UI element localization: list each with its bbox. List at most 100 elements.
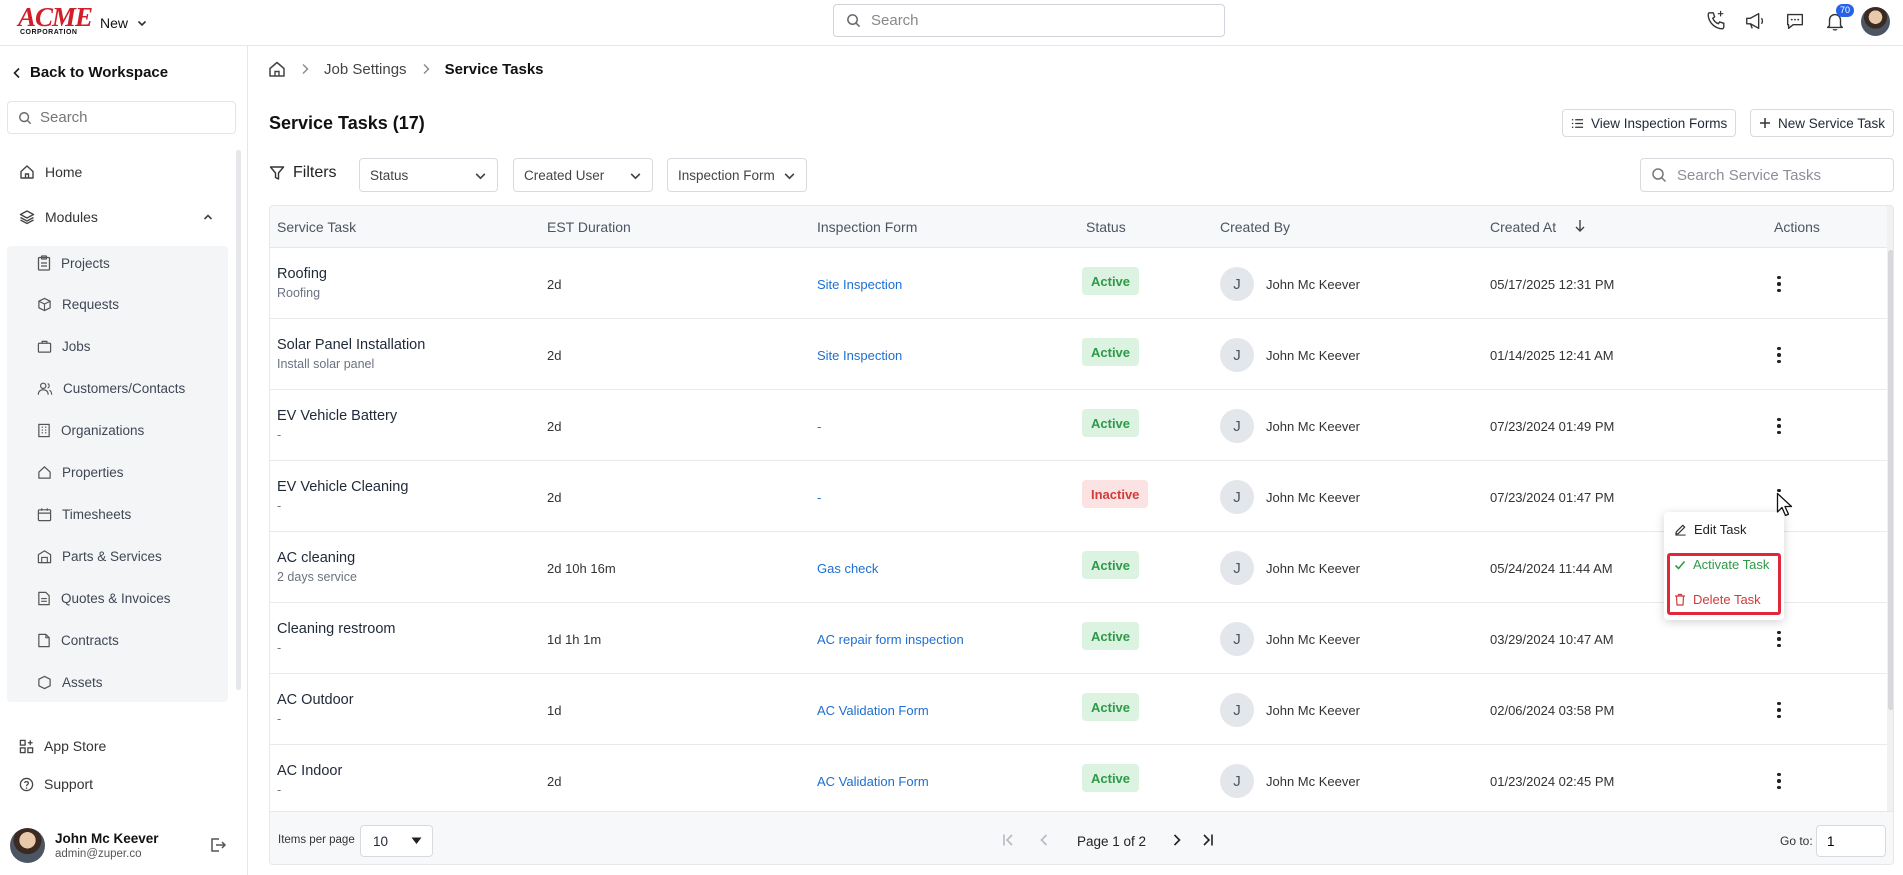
sidebar-item-properties[interactable]: Properties [37, 465, 124, 480]
chat-icon[interactable] [1784, 10, 1806, 32]
sidebar-item-customers[interactable]: Customers/Contacts [37, 381, 185, 396]
first-page-button[interactable] [1001, 831, 1019, 849]
sidebar-search-input[interactable] [40, 109, 230, 126]
sidebar-user-profile[interactable]: John Mc Keever admin@zuper.co [10, 828, 159, 863]
inspection-form-link[interactable]: Gas check [817, 561, 878, 576]
table-scrollbar[interactable] [1887, 206, 1893, 811]
service-task-name[interactable]: Roofing [277, 266, 327, 282]
sidebar-item-modules[interactable]: Modules [19, 209, 219, 225]
inspection-form-link[interactable]: Site Inspection [817, 348, 902, 363]
sidebar-item-projects[interactable]: Projects [37, 255, 110, 271]
sidebar-item-home[interactable]: Home [19, 164, 82, 180]
est-duration-cell: 2d [547, 277, 562, 292]
global-search[interactable] [833, 4, 1225, 37]
logout-icon[interactable] [209, 836, 227, 857]
back-to-workspace-link[interactable]: Back to Workspace [12, 64, 168, 81]
sidebar-item-timesheets[interactable]: Timesheets [37, 507, 131, 522]
acme-logo[interactable]: ACME CORPORATION [18, 4, 93, 37]
sidebar-item-label: Modules [45, 209, 98, 225]
column-header-inspection-form[interactable]: Inspection Form [817, 219, 917, 235]
table-row[interactable]: EV Vehicle Battery - 2d - Active J John Mc Kee… [270, 390, 1887, 461]
sidebar-item-organizations[interactable]: Organizations [37, 423, 144, 438]
column-header-service-task[interactable]: Service Task [277, 219, 356, 235]
goto-page-input[interactable] [1816, 825, 1886, 857]
last-page-button[interactable] [1197, 831, 1215, 849]
help-icon [19, 777, 34, 791]
inspection-form-link[interactable]: - [817, 419, 821, 434]
new-dropdown-button[interactable]: New [100, 12, 148, 34]
sidebar-item-support[interactable]: Support [19, 776, 93, 792]
est-duration-cell: 2d [547, 490, 562, 505]
service-task-name[interactable]: AC Outdoor [277, 692, 354, 708]
activate-task-menu-item[interactable]: Activate Task [1674, 557, 1769, 572]
bell-icon[interactable]: 70 [1824, 4, 1854, 32]
phone-icon[interactable] [1705, 10, 1727, 32]
more-actions-icon[interactable] [1769, 415, 1789, 437]
table-row[interactable]: Cleaning restroom - 1d 1h 1m AC repair form… [270, 603, 1887, 674]
pencil-icon [1675, 524, 1686, 536]
sidebar-item-contracts[interactable]: Contracts [37, 633, 119, 648]
scrollbar-thumb[interactable] [1888, 250, 1893, 710]
avatar: J [1220, 622, 1254, 656]
view-inspection-forms-button[interactable]: View Inspection Forms [1562, 109, 1737, 137]
sidebar-item-label: Support [44, 776, 94, 792]
more-actions-icon[interactable] [1769, 273, 1789, 295]
sidebar-item-requests[interactable]: Requests [37, 297, 119, 312]
user-avatar[interactable] [1861, 7, 1890, 36]
created-at-cell: 05/17/2025 12:31 PM [1490, 277, 1615, 292]
warehouse-icon [37, 550, 52, 564]
search-icon [19, 111, 32, 124]
column-header-status[interactable]: Status [1086, 219, 1126, 235]
inspection-form-link[interactable]: AC Validation Form [817, 703, 929, 718]
created-user-filter[interactable]: Created User [513, 158, 653, 192]
items-per-page-select[interactable]: 10 [360, 825, 433, 857]
inspection-form-link[interactable]: AC repair form inspection [817, 632, 964, 647]
previous-page-button[interactable] [1035, 831, 1053, 849]
service-task-name[interactable]: AC cleaning [277, 550, 357, 566]
home-icon[interactable] [268, 60, 286, 78]
service-task-name[interactable]: AC Indoor [277, 763, 342, 779]
table-row[interactable]: EV Vehicle Cleaning - 2d - Inactive J John Mc … [270, 461, 1887, 532]
table-row[interactable]: AC Indoor - 2d AC Validation Form Active J Joh… [270, 745, 1887, 816]
column-header-created-at[interactable]: Created At [1490, 219, 1556, 235]
inspection-form-filter[interactable]: Inspection Form [667, 158, 807, 192]
edit-task-menu-item[interactable]: Edit Task [1674, 522, 1747, 537]
status-filter[interactable]: Status [359, 158, 498, 192]
new-service-task-button[interactable]: New Service Task [1750, 109, 1895, 137]
delete-task-menu-item[interactable]: Delete Task [1674, 592, 1761, 607]
service-task-cell: Solar Panel Installation Install solar pa… [277, 337, 425, 371]
service-task-name[interactable]: EV Vehicle Battery [277, 408, 397, 424]
inspection-form-link[interactable]: - [817, 490, 821, 505]
service-tasks-search-input[interactable] [1677, 166, 1887, 184]
service-task-name[interactable]: Cleaning restroom [277, 621, 395, 637]
inspection-form-link[interactable]: AC Validation Form [817, 774, 929, 789]
sidebar-scrollbar[interactable] [236, 150, 241, 690]
sidebar-item-parts-services[interactable]: Parts & Services [37, 549, 162, 564]
next-page-button[interactable] [1168, 831, 1186, 849]
more-actions-icon[interactable] [1769, 628, 1789, 650]
sidebar-item-jobs[interactable]: Jobs [37, 339, 91, 354]
table-row[interactable]: Roofing Roofing 2d Site Inspection Active J Jo… [270, 248, 1887, 319]
sidebar-item-app-store[interactable]: App Store [19, 738, 106, 754]
breadcrumb-job-settings[interactable]: Job Settings [324, 61, 407, 78]
service-task-name[interactable]: EV Vehicle Cleaning [277, 479, 408, 495]
sidebar-item-assets[interactable]: Assets [37, 675, 103, 690]
est-duration-cell: 2d [547, 774, 562, 789]
table-row[interactable]: AC cleaning 2 days service 2d 10h 16m Gas c… [270, 532, 1887, 603]
sidebar-item-quotes-invoices[interactable]: Quotes & Invoices [37, 591, 171, 606]
service-task-name[interactable]: Solar Panel Installation [277, 337, 425, 353]
more-actions-icon[interactable] [1769, 344, 1789, 366]
table-row[interactable]: AC Outdoor - 1d AC Validation Form Active J Jo… [270, 674, 1887, 745]
service-tasks-search[interactable] [1640, 158, 1894, 192]
megaphone-icon[interactable] [1744, 10, 1766, 32]
inspection-form-link[interactable]: Site Inspection [817, 277, 902, 292]
table-row[interactable]: Solar Panel Installation Install solar pa… [270, 319, 1887, 390]
goto-label: Go to: [1780, 834, 1813, 848]
sidebar-search[interactable] [7, 101, 236, 134]
more-actions-icon[interactable] [1769, 699, 1789, 721]
global-search-input[interactable] [871, 12, 1191, 29]
column-header-created-by[interactable]: Created By [1220, 219, 1290, 235]
more-actions-icon[interactable] [1769, 770, 1789, 792]
column-header-est-duration[interactable]: EST Duration [547, 219, 631, 235]
sort-descending-icon[interactable] [1574, 219, 1586, 233]
